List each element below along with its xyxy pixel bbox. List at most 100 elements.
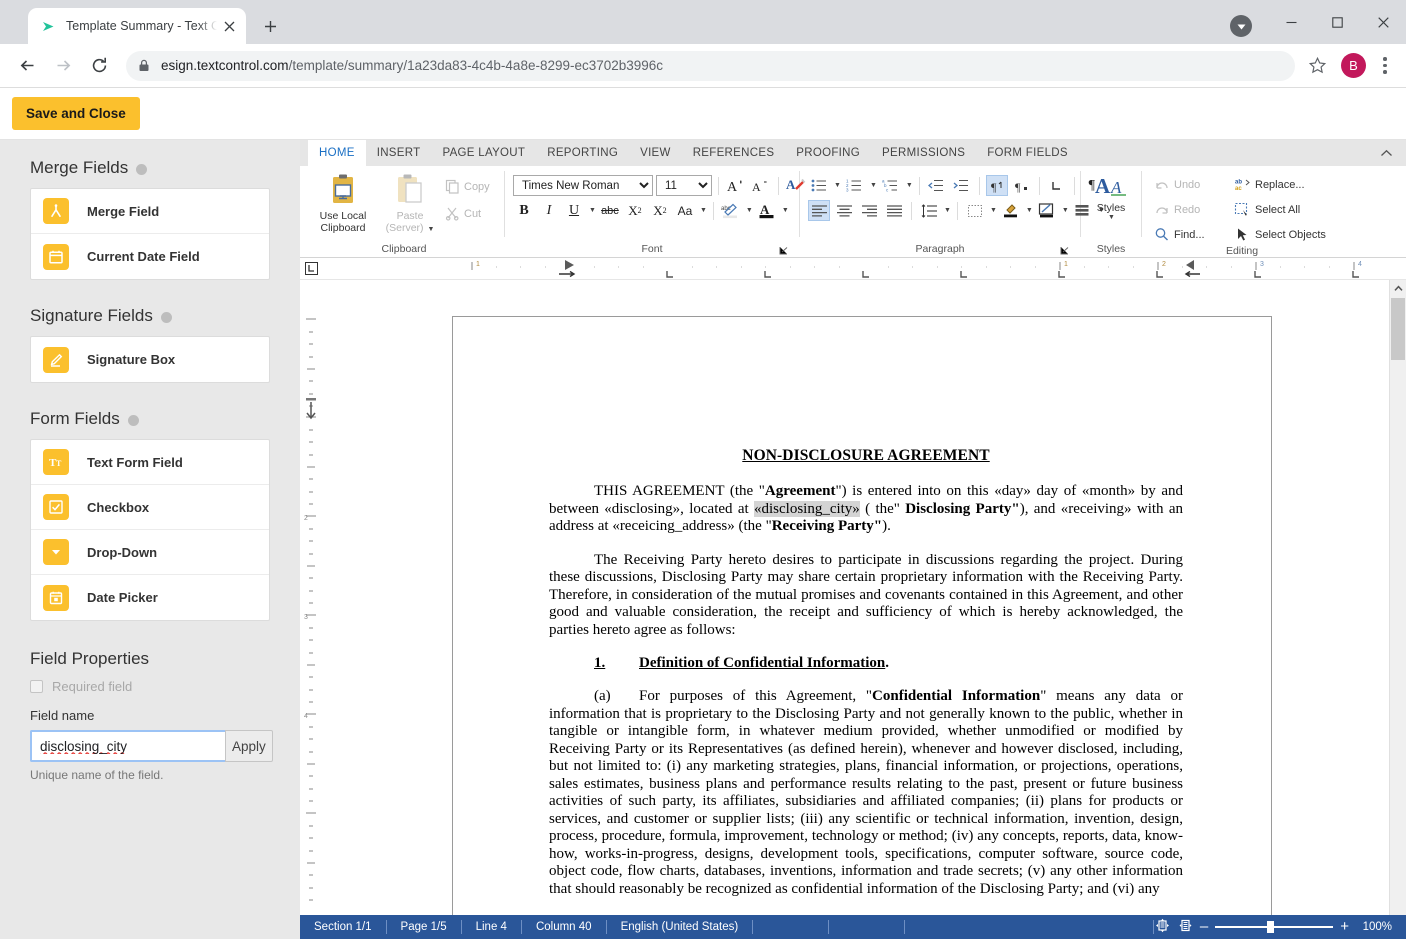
tab-references[interactable]: REFERENCES	[682, 140, 786, 166]
tab-view[interactable]: VIEW	[629, 140, 682, 166]
reload-button[interactable]	[82, 49, 116, 83]
increase-indent-icon[interactable]	[951, 175, 973, 196]
required-field-row[interactable]: Required field	[30, 679, 270, 694]
back-button[interactable]	[10, 49, 44, 83]
shading-icon[interactable]	[1000, 200, 1022, 221]
align-center-icon[interactable]	[833, 200, 855, 221]
underline-button[interactable]: U	[563, 200, 585, 221]
apply-button[interactable]: Apply	[225, 730, 273, 762]
find-button[interactable]: Find...	[1150, 224, 1224, 245]
maximize-icon[interactable]	[1314, 6, 1360, 38]
required-field-checkbox[interactable]	[30, 680, 43, 693]
sidebar-item-text-form-field[interactable]: TT Text Form Field	[31, 440, 269, 485]
zoom-out-button[interactable]: –	[1200, 919, 1208, 934]
download-indicator-icon[interactable]	[1230, 15, 1252, 37]
address-bar[interactable]: esign.textcontrol.com/template/summary/1…	[126, 50, 1295, 81]
line-spacing-icon[interactable]	[918, 200, 940, 221]
grow-font-icon[interactable]: A	[725, 175, 747, 196]
font-dialog-launcher[interactable]	[778, 245, 789, 256]
chevron-up-icon[interactable]	[1378, 145, 1394, 161]
subscript-button[interactable]: X2	[624, 200, 646, 221]
sidebar-item-date-picker[interactable]: Date Picker	[31, 575, 269, 620]
selected-merge-field[interactable]: «disclosing_city»	[753, 500, 860, 517]
text-frame-dropdown-icon[interactable]: ▼	[1062, 207, 1069, 214]
bullets-dropdown-icon[interactable]: ▼	[834, 182, 841, 189]
tab-proofing[interactable]: PROOFING	[785, 140, 871, 166]
scroll-up-icon[interactable]	[1390, 280, 1406, 297]
change-case-button[interactable]: Aa	[674, 200, 696, 221]
highlight-icon[interactable]: abc	[720, 200, 742, 221]
paragraph-dialog-launcher[interactable]	[1059, 245, 1070, 256]
tab-page-layout[interactable]: PAGE LAYOUT	[431, 140, 536, 166]
tab-home[interactable]: HOME	[308, 140, 366, 166]
use-local-clipboard-button[interactable]: Use Local Clipboard	[312, 170, 374, 234]
sidebar-item-signature-box[interactable]: Signature Box	[31, 337, 269, 382]
multilevel-list-icon[interactable]: abc	[880, 175, 902, 196]
page-view-icon[interactable]	[1154, 918, 1171, 936]
borders-dropdown-icon[interactable]: ▼	[990, 207, 997, 214]
document-paragraph-3[interactable]: (a) For purposes of this Agreement, "Conf…	[549, 688, 1183, 898]
select-all-button[interactable]: Select All	[1230, 199, 1330, 220]
shrink-font-icon[interactable]: A	[750, 175, 772, 196]
vertical-ruler[interactable]: 2 3 4	[300, 280, 322, 939]
replace-button[interactable]: ab ac Replace...	[1230, 174, 1330, 195]
strikethrough-button[interactable]: abc	[599, 200, 621, 221]
new-tab-button[interactable]	[256, 12, 284, 40]
font-name-select[interactable]: Times New Roman	[513, 175, 653, 196]
document-page[interactable]: NON-DISCLOSURE AGREEMENT THIS AGREEMENT …	[452, 316, 1272, 939]
font-color-dropdown-icon[interactable]: ▼	[782, 207, 789, 214]
borders-icon[interactable]	[964, 200, 986, 221]
avatar[interactable]: B	[1341, 53, 1366, 78]
styles-dropdown-icon[interactable]: ▼	[1108, 214, 1115, 221]
tab-stop-icon[interactable]	[1046, 175, 1068, 196]
align-right-icon[interactable]	[858, 200, 880, 221]
tab-insert[interactable]: INSERT	[366, 140, 432, 166]
change-case-dropdown-icon[interactable]: ▼	[700, 207, 707, 214]
info-icon[interactable]	[160, 311, 172, 323]
vertical-scrollbar[interactable]	[1389, 280, 1406, 939]
ltr-icon[interactable]: ¶	[985, 175, 1008, 196]
font-size-select[interactable]: 11	[656, 175, 712, 196]
line-spacing-dropdown-icon[interactable]: ▼	[944, 207, 951, 214]
document-paragraph-2[interactable]: The Receiving Party hereto desires to pa…	[549, 552, 1183, 640]
info-icon[interactable]	[136, 163, 148, 175]
multilevel-dropdown-icon[interactable]: ▼	[906, 182, 913, 189]
browser-tab[interactable]: Template Summary - Text Control	[28, 8, 246, 44]
field-name-input[interactable]	[30, 730, 225, 762]
document-scroll-region[interactable]: NON-DISCLOSURE AGREEMENT THIS AGREEMENT …	[322, 280, 1389, 939]
numbering-dropdown-icon[interactable]: ▼	[870, 182, 877, 189]
decrease-indent-icon[interactable]	[926, 175, 948, 196]
sidebar-item-current-date-field[interactable]: Current Date Field	[31, 234, 269, 279]
styles-button[interactable]: AA Styles ▼	[1089, 170, 1133, 221]
underline-dropdown-icon[interactable]: ▼	[589, 207, 596, 214]
horizontal-ruler[interactable]: 1 1 2 3 4	[322, 258, 1406, 279]
tab-permissions[interactable]: PERMISSIONS	[871, 140, 976, 166]
rtl-icon[interactable]: ¶	[1011, 175, 1033, 196]
sidebar-item-drop-down[interactable]: Drop-Down	[31, 530, 269, 575]
close-icon[interactable]	[221, 18, 238, 35]
close-icon[interactable]	[1360, 6, 1406, 38]
text-frame-icon[interactable]	[1036, 200, 1058, 221]
zoom-slider[interactable]	[1215, 921, 1334, 933]
tab-reporting[interactable]: REPORTING	[536, 140, 629, 166]
zoom-slider-thumb[interactable]	[1267, 921, 1275, 933]
sidebar-item-merge-field[interactable]: Merge Field	[31, 189, 269, 234]
read-view-icon[interactable]	[1178, 918, 1193, 936]
highlight-dropdown-icon[interactable]: ▼	[746, 207, 753, 214]
align-justify-icon[interactable]	[883, 200, 905, 221]
zoom-in-button[interactable]: +	[1340, 919, 1349, 934]
document-heading-1[interactable]: 1. Definition of Confidential Informatio…	[549, 655, 1183, 672]
tab-form-fields[interactable]: FORM FIELDS	[976, 140, 1079, 166]
align-left-icon[interactable]	[808, 200, 830, 221]
tab-selector-button[interactable]	[300, 258, 322, 279]
minimize-icon[interactable]	[1268, 6, 1314, 38]
numbered-list-icon[interactable]: 123	[844, 175, 866, 196]
superscript-button[interactable]: X2	[649, 200, 671, 221]
info-icon[interactable]	[127, 414, 139, 426]
save-and-close-button[interactable]: Save and Close	[12, 97, 140, 130]
italic-button[interactable]: I	[538, 200, 560, 221]
bullet-list-icon[interactable]	[808, 175, 830, 196]
select-objects-button[interactable]: Select Objects	[1230, 224, 1330, 245]
bookmark-star-icon[interactable]	[1303, 52, 1331, 80]
bold-button[interactable]: B	[513, 200, 535, 221]
